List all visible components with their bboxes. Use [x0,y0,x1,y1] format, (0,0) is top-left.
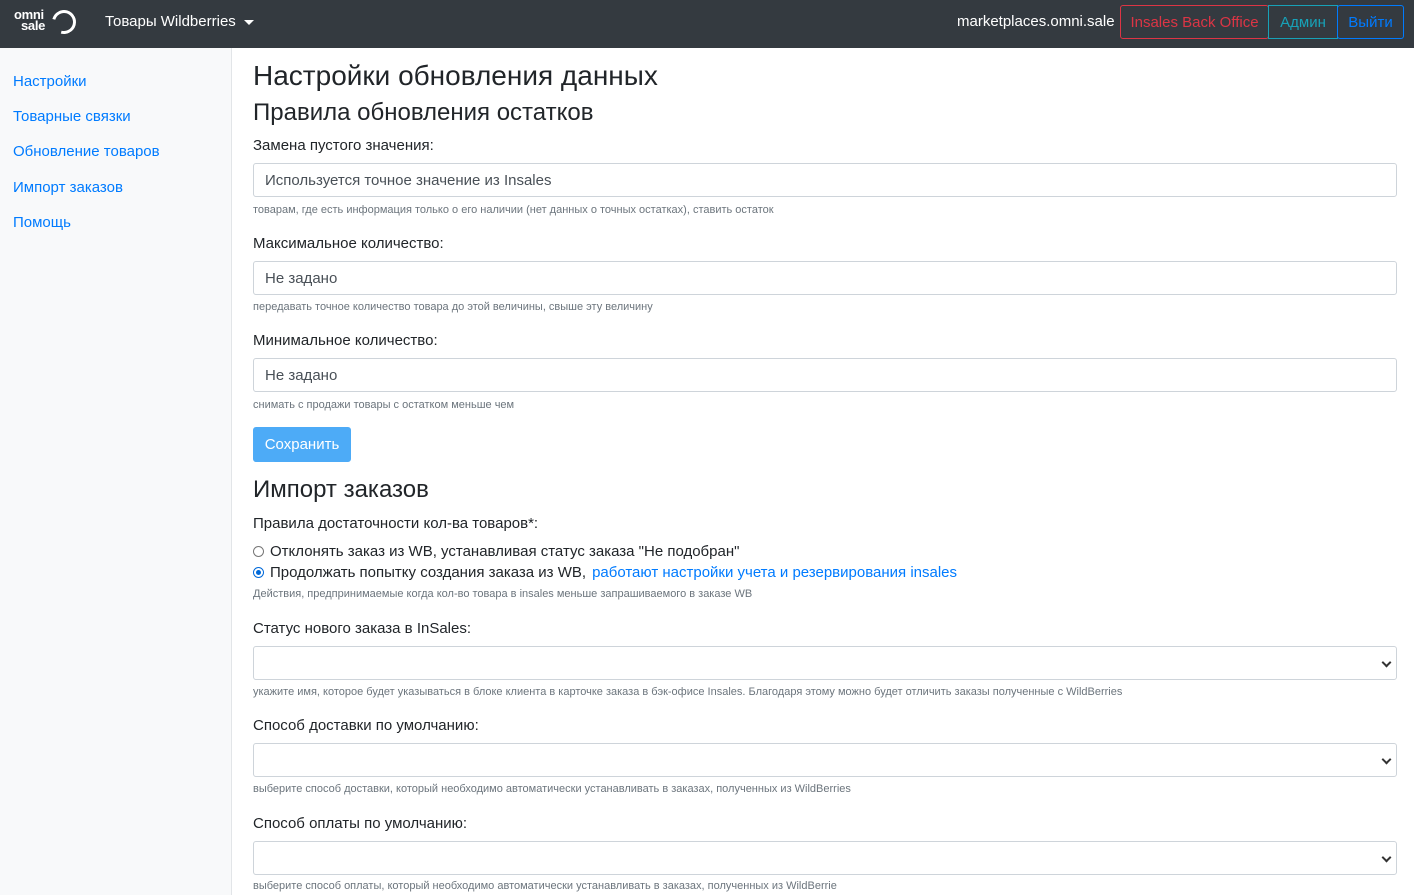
sidebar-item-product-links[interactable]: Товарные связки [13,108,131,125]
chevron-down-icon [1381,754,1392,765]
sidebar-item-help[interactable]: Помощь [13,214,71,231]
omni-sale-logo[interactable]: omni sale [14,5,81,40]
caret-down-icon [243,20,254,25]
top-navbar: omni sale Товары Wildberries marketplace… [0,0,1414,48]
max-qty-label: Максимальное количество: [253,235,444,252]
sufficiency-help: Действия, предпринимаемые когда кол-во т… [253,588,753,600]
max-qty-placeholder: Не задано [265,269,338,287]
page-title: Настройки обновления данных [253,60,658,91]
orders-section-title: Импорт заказов [253,476,429,503]
delivery-label: Способ доставки по умолчанию: [253,717,479,734]
sidebar-item-settings[interactable]: Настройки [13,73,87,90]
chevron-down-icon [1381,852,1392,863]
host-label: marketplaces.omni.sale [957,13,1115,30]
empty-value-placeholder: Используется точное значение из Insales [265,171,552,189]
reject-order-option[interactable]: Отклонять заказ из WB, устанавливая стат… [253,543,739,560]
insales-back-office-button[interactable]: Insales Back Office [1120,5,1269,39]
continue-order-radio[interactable] [253,567,264,578]
continue-order-label: Продолжать попытку создания заказа из WB… [270,564,587,581]
payment-help: выберите способ оплаты, который необходи… [253,880,837,892]
admin-button[interactable]: Админ [1268,5,1338,39]
reservation-settings-link[interactable]: работают настройки учета и резервировани… [592,564,957,581]
order-status-select[interactable] [253,646,1397,680]
min-qty-placeholder: Не задано [265,366,338,384]
empty-value-help: товарам, где есть информация только о ег… [253,204,774,216]
sidebar-item-product-update[interactable]: Обновление товаров [13,143,160,160]
reject-order-radio[interactable] [253,546,264,557]
order-status-help: укажите имя, которое будет указываться в… [253,686,1123,698]
max-qty-help: передавать точное количество товара до э… [253,301,653,313]
logout-button[interactable]: Выйти [1337,5,1404,39]
chevron-down-icon [1381,657,1392,668]
min-qty-input[interactable]: Не задано [253,358,1397,392]
delivery-help: выберите способ доставки, который необхо… [253,783,851,795]
continue-order-option[interactable]: Продолжать попытку создания заказа из WB… [253,564,957,581]
delivery-select[interactable] [253,743,1397,777]
max-qty-input[interactable]: Не задано [253,261,1397,295]
payment-select[interactable] [253,841,1397,875]
logo-line-2: sale [21,18,46,33]
empty-value-label: Замена пустого значения: [253,137,434,154]
save-button[interactable]: Сохранить [253,427,351,462]
empty-value-input[interactable]: Используется точное значение из Insales [253,163,1397,197]
marketplace-dropdown-label: Товары Wildberries [105,13,236,30]
reject-order-label: Отклонять заказ из WB, устанавливая стат… [270,543,740,560]
logo-ring-icon [47,5,81,39]
min-qty-help: снимать с продажи товары с остатком мень… [253,399,515,411]
sidebar-item-order-import[interactable]: Импорт заказов [13,179,123,196]
marketplace-dropdown[interactable]: Товары Wildberries [105,13,254,30]
payment-label: Способ оплаты по умолчанию: [253,815,468,832]
sidebar: Настройки Товарные связки Обновление тов… [0,48,232,895]
stock-section-title: Правила обновления остатков [253,99,594,126]
sufficiency-label: Правила достаточности кол-ва товаров*: [253,515,539,532]
min-qty-label: Минимальное количество: [253,332,438,349]
order-status-label: Статус нового заказа в InSales: [253,620,472,637]
